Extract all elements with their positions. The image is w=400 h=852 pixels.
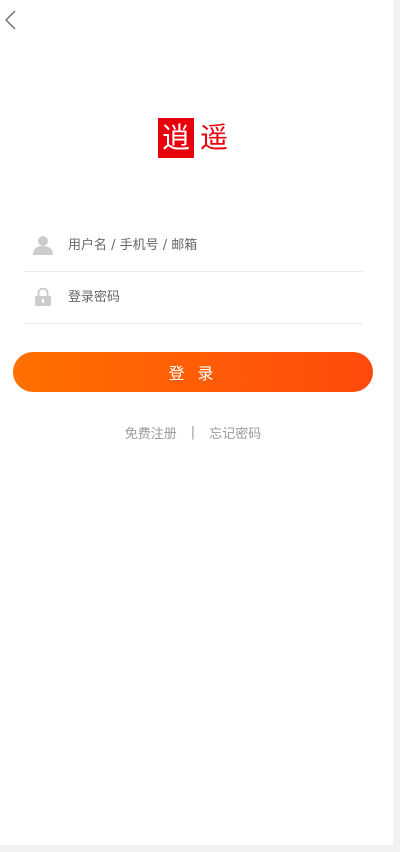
username-row [24, 219, 363, 272]
login-button[interactable]: 登 录 [13, 352, 373, 392]
password-input[interactable] [68, 289, 338, 305]
logo-char-1: 逍 [158, 118, 194, 158]
chevron-left-icon [5, 10, 16, 30]
user-icon [32, 234, 54, 256]
logo-char-2: 遥 [199, 121, 228, 154]
link-separator: | [190, 425, 196, 440]
app-logo: 逍 遥 [158, 118, 232, 158]
auth-links: 免费注册 | 忘记密码 [0, 423, 386, 442]
register-link[interactable]: 免费注册 [125, 423, 177, 442]
login-page: 逍 遥 登 录 免费注册 | 忘记密码 [0, 0, 393, 845]
back-button[interactable] [2, 8, 22, 32]
username-input[interactable] [68, 237, 338, 253]
lock-icon [32, 286, 54, 308]
password-row [24, 271, 363, 324]
forgot-password-link[interactable]: 忘记密码 [209, 423, 261, 442]
